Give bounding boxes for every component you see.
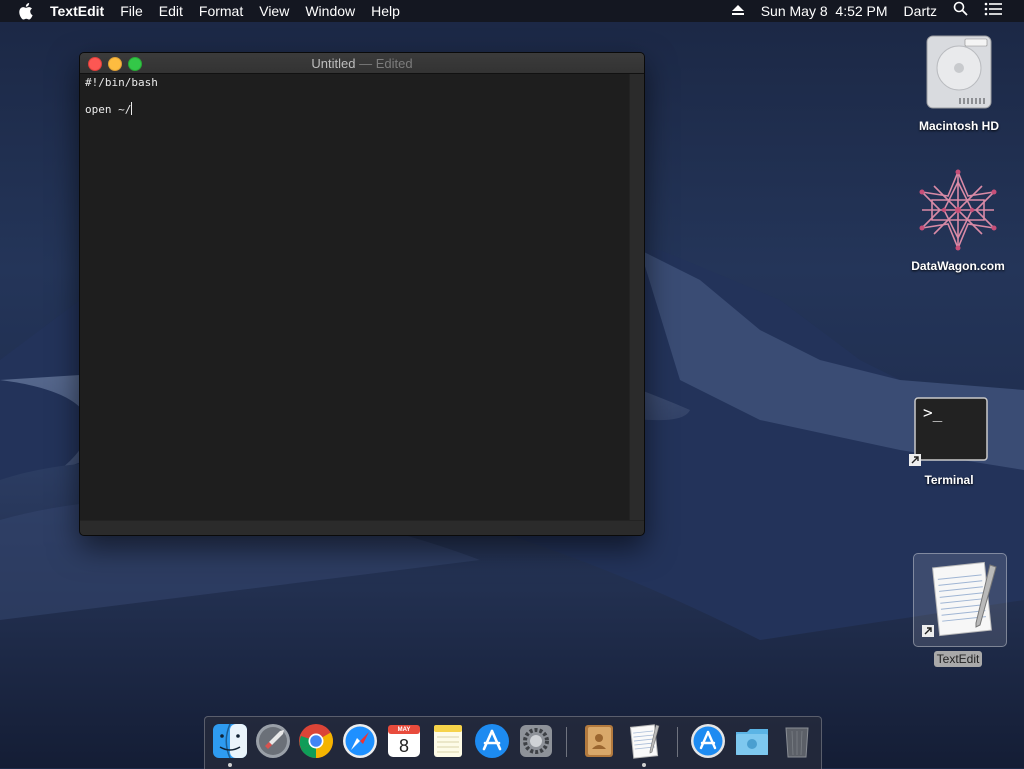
chrome-icon[interactable]: [297, 722, 335, 760]
launchpad-icon[interactable]: [254, 722, 292, 760]
textedit-icon[interactable]: [625, 722, 663, 767]
notification-center-icon[interactable]: [976, 0, 1024, 22]
calendar-icon[interactable]: MAY 8: [385, 722, 423, 760]
text-editor-area[interactable]: #!/bin/bash open ~/: [80, 74, 628, 520]
menu-user[interactable]: Dartz: [896, 0, 945, 22]
system-preferences-icon[interactable]: [517, 722, 555, 760]
desktop-icon-label: Terminal: [924, 473, 974, 487]
desktop-icon-label: TextEdit: [933, 651, 983, 667]
desktop-icon-terminal[interactable]: >_ Terminal: [894, 396, 1004, 489]
notes-icon[interactable]: [429, 722, 467, 760]
menu-app-name[interactable]: TextEdit: [42, 0, 112, 22]
calendar-month: MAY: [397, 727, 411, 733]
running-indicator: [642, 763, 646, 767]
window-title-name: Untitled: [311, 56, 356, 71]
menu-clock[interactable]: Sun May 8 4:52 PM: [753, 0, 896, 22]
safari-icon[interactable]: [341, 722, 379, 760]
vertical-scrollbar[interactable]: [629, 74, 644, 520]
menu-view[interactable]: View: [251, 0, 297, 22]
editor-line-3: open ~/: [85, 103, 132, 116]
trash-icon[interactable]: [778, 722, 816, 760]
textedit-window: Untitled — Edited #!/bin/bash open ~/: [79, 52, 645, 536]
spotlight-search-icon[interactable]: [945, 0, 976, 22]
window-titlebar[interactable]: Untitled — Edited: [80, 53, 644, 74]
desktop-icon-datawagon[interactable]: DataWagon.com: [903, 168, 1013, 275]
dock-separator: [566, 727, 567, 757]
text-caret: [131, 102, 133, 115]
menu-extras: Sun May 8 4:52 PM Dartz: [723, 0, 1024, 22]
menu-window[interactable]: Window: [297, 0, 363, 22]
downloads-folder-icon[interactable]: [733, 722, 771, 760]
desktop-icon-macintosh-hd[interactable]: Macintosh HD: [904, 32, 1014, 135]
window-title-separator: —: [355, 56, 376, 71]
menu-format[interactable]: Format: [191, 0, 251, 22]
app-store-download-icon[interactable]: [689, 722, 727, 760]
dock: MAY 8: [204, 716, 822, 769]
horizontal-scrollbar[interactable]: [80, 520, 644, 535]
textedit-icon: [922, 561, 997, 637]
window-title-status: Edited: [375, 56, 413, 71]
menu-help[interactable]: Help: [363, 0, 408, 22]
window-title: Untitled — Edited: [80, 56, 644, 71]
editor-line-1: #!/bin/bash: [85, 76, 158, 89]
contacts-icon[interactable]: [579, 722, 617, 760]
menu-file[interactable]: File: [112, 0, 151, 22]
running-indicator: [228, 763, 232, 767]
svg-text:>_: >_: [923, 403, 943, 422]
calendar-day: 8: [398, 736, 409, 756]
star-network-icon: [919, 169, 997, 251]
alias-arrow-icon: [922, 625, 934, 637]
desktop-icon-textedit[interactable]: TextEdit: [903, 553, 1013, 668]
hard-drive-icon: [926, 35, 992, 109]
apple-menu-icon[interactable]: [18, 2, 34, 20]
alias-arrow-icon: [909, 454, 921, 466]
app-store-icon[interactable]: [473, 722, 511, 760]
desktop-icon-label: DataWagon.com: [911, 259, 1005, 273]
menu-bar: TextEdit File Edit Format View Window He…: [0, 0, 1024, 22]
desktop-icon-label: Macintosh HD: [918, 119, 999, 133]
terminal-icon: >_: [909, 397, 988, 466]
finder-icon[interactable]: [211, 722, 249, 767]
dock-separator: [677, 727, 678, 757]
menu-edit[interactable]: Edit: [151, 0, 191, 22]
eject-icon[interactable]: [723, 0, 753, 22]
